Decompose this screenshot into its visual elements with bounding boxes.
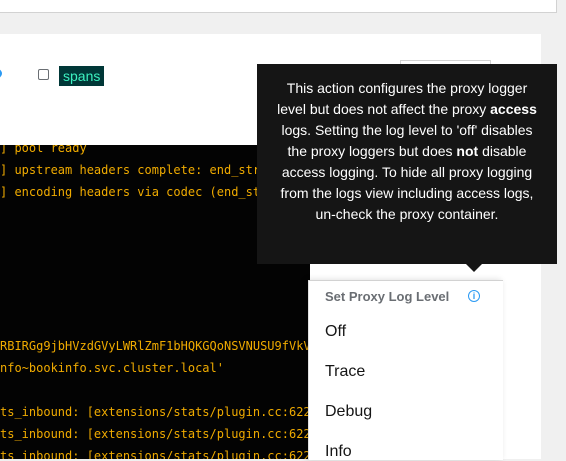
tooltip-bold: access	[490, 101, 537, 117]
menu-item-off[interactable]: Off	[325, 323, 346, 341]
menu-header: Set Proxy Log Level	[325, 289, 450, 304]
menu-item-debug[interactable]: Debug	[325, 403, 372, 421]
menu-item-trace[interactable]: Trace	[325, 363, 365, 381]
proxy-log-level-menu: Set Proxy Log Level i Off Trace Debug In…	[308, 280, 503, 460]
log-line: ts_inbound: [extensions/stats/plugin.cc:…	[0, 427, 310, 441]
log-line: ts_inbound: [extensions/stats/plugin.cc:…	[0, 449, 310, 459]
info-icon[interactable]: i	[468, 290, 480, 302]
log-line: ] upstream headers complete: end_str	[0, 163, 261, 177]
log-line: nfo~bookinfo.svc.cluster.local'	[0, 361, 224, 375]
proxy-log-tooltip: This action configures the proxy logger …	[257, 64, 557, 264]
menu-item-info[interactable]: Info	[325, 443, 352, 461]
log-line: RBIRGg9jbHVzdGVyLWRlZmF1bHQKGQoNSVNUSU9f…	[0, 339, 310, 353]
log-line: ts_inbound: [extensions/stats/plugin.cc:…	[0, 405, 310, 419]
top-panel	[0, 0, 557, 13]
spans-checkbox[interactable]	[38, 69, 49, 80]
tooltip-arrow	[466, 264, 482, 272]
spans-label: spans	[59, 66, 105, 86]
tooltip-bold: not	[456, 143, 479, 159]
log-line: ] encoding headers via codec (end_st	[0, 185, 261, 199]
log-line: ] pool ready	[0, 145, 87, 155]
